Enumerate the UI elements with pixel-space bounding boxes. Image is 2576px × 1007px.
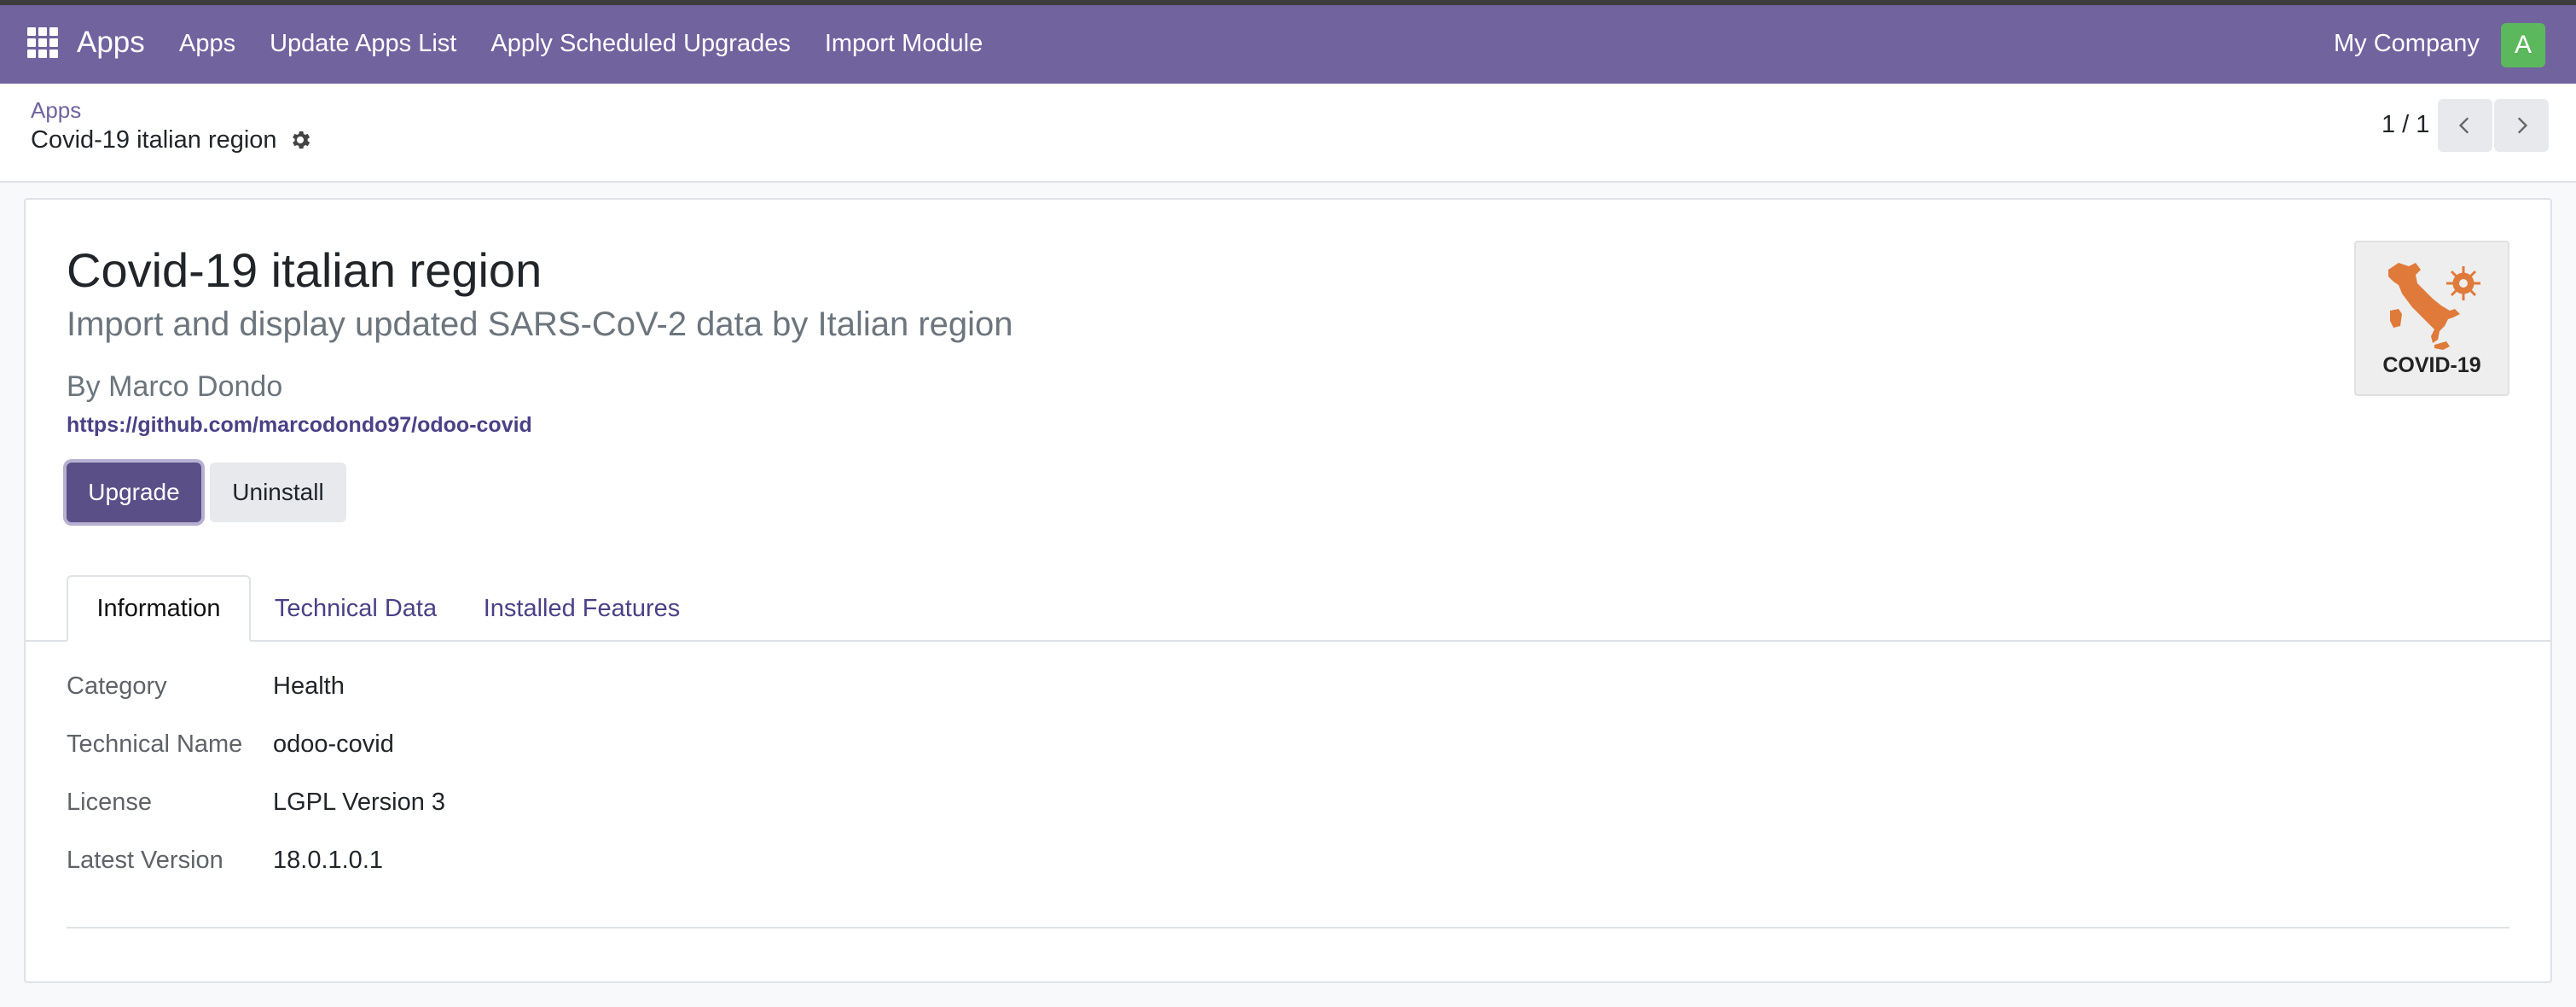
menu-item-update-apps-list[interactable]: Update Apps List bbox=[270, 30, 456, 58]
module-website-link[interactable]: https://github.com/marcodondo97/odoo-cov… bbox=[67, 413, 532, 438]
pager-value[interactable]: 1 / 1 bbox=[2382, 111, 2429, 139]
company-switcher[interactable]: My Company bbox=[2334, 30, 2480, 58]
module-title: Covid-19 italian region bbox=[67, 243, 542, 297]
chevron-right-icon bbox=[2517, 117, 2528, 134]
module-author: By Marco Dondo bbox=[67, 370, 283, 403]
breadcrumb-parent[interactable]: Apps bbox=[31, 97, 81, 124]
main-navbar: Apps Apps Update Apps List Apply Schedul… bbox=[0, 5, 2576, 84]
field-label-technical-name: Technical Name bbox=[67, 731, 243, 758]
field-label-category: Category bbox=[67, 672, 167, 700]
menu-item-apply-scheduled-upgrades[interactable]: Apply Scheduled Upgrades bbox=[490, 30, 790, 58]
field-label-latest-version: Latest Version bbox=[67, 847, 223, 874]
navbar-menu: Apps Update Apps List Apply Scheduled Up… bbox=[179, 30, 1017, 58]
module-summary: Import and display updated SARS-CoV-2 da… bbox=[67, 306, 1013, 343]
tab-installed-features[interactable]: Installed Features bbox=[469, 575, 694, 642]
breadcrumb-current: Covid-19 italian region bbox=[31, 126, 277, 154]
tab-information[interactable]: Information bbox=[67, 575, 251, 642]
chevron-left-icon bbox=[2458, 117, 2469, 134]
uninstall-button[interactable]: Uninstall bbox=[210, 463, 346, 522]
field-value-category: Health bbox=[273, 672, 345, 700]
field-value-technical-name: odoo-covid bbox=[273, 731, 394, 758]
field-value-latest-version: 18.0.1.0.1 bbox=[273, 847, 383, 874]
italy-virus-icon bbox=[2388, 263, 2480, 350]
tab-technical-data[interactable]: Technical Data bbox=[261, 575, 450, 642]
menu-item-import-module[interactable]: Import Module bbox=[825, 30, 983, 58]
section-divider bbox=[67, 927, 2509, 928]
control-panel: Apps Covid-19 italian region 1 / 1 bbox=[0, 84, 2576, 183]
pager-previous-button[interactable] bbox=[2438, 99, 2492, 152]
user-avatar[interactable]: A bbox=[2501, 23, 2545, 67]
menu-item-apps[interactable]: Apps bbox=[179, 30, 235, 58]
upgrade-button[interactable]: Upgrade bbox=[67, 463, 201, 522]
form-sheet: Covid-19 italian region Import and displ… bbox=[24, 198, 2552, 983]
field-label-license: License bbox=[67, 789, 152, 816]
gear-icon[interactable] bbox=[288, 128, 312, 152]
apps-grid-icon[interactable] bbox=[27, 27, 58, 58]
module-icon: COVID-19 bbox=[2354, 241, 2509, 396]
field-value-license: LGPL Version 3 bbox=[273, 789, 446, 816]
pager-next-button[interactable] bbox=[2494, 99, 2549, 152]
navbar-brand[interactable]: Apps bbox=[77, 26, 145, 60]
module-icon-label: COVID-19 bbox=[2382, 353, 2481, 377]
